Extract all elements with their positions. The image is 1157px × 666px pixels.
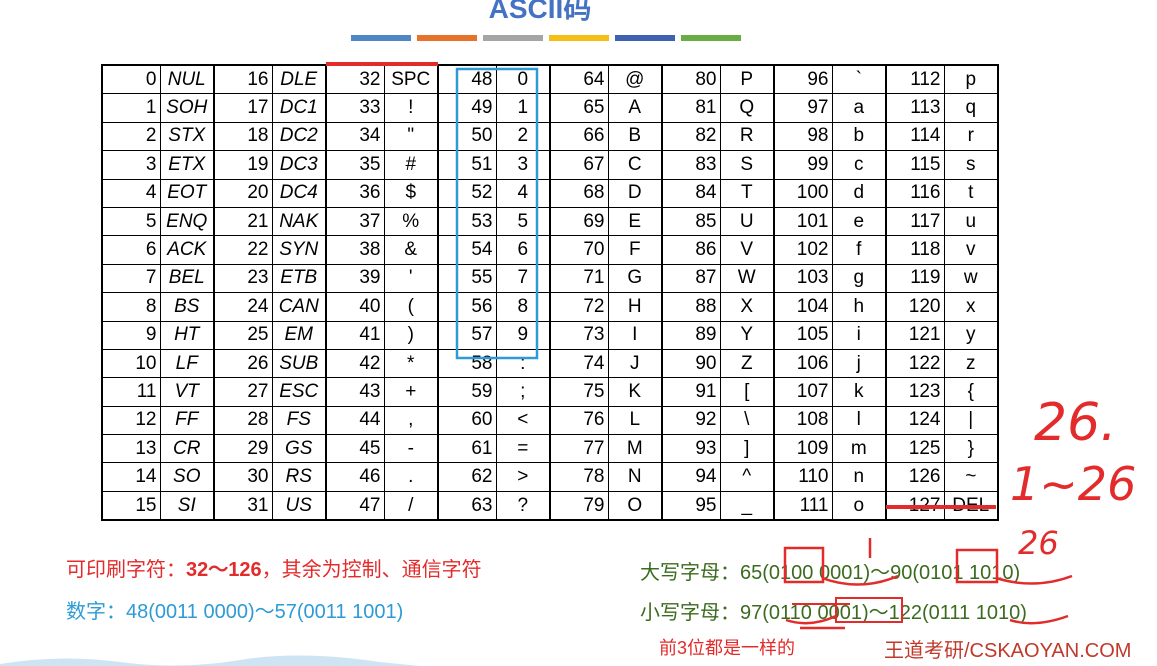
lower-122-mark bbox=[1009, 614, 1069, 625]
lower-box bbox=[835, 597, 903, 623]
digits-highlight-box bbox=[455, 67, 539, 360]
handwritten-annotations: 26. 1~26 26 bbox=[326, 62, 1136, 630]
lower-97-bits-mark bbox=[785, 614, 837, 625]
upper-65-bits-box bbox=[783, 546, 825, 584]
upper-90-bracket bbox=[995, 574, 1073, 585]
handwritten-1-26: 1~26 bbox=[1010, 457, 1136, 511]
upper-bracket bbox=[821, 574, 899, 586]
upper-90-bits-box bbox=[955, 548, 999, 584]
handwritten-26-bottom: 26 bbox=[1018, 524, 1059, 562]
handwritten-26-top: 26. bbox=[1034, 393, 1117, 453]
decorative-wave bbox=[0, 655, 420, 666]
